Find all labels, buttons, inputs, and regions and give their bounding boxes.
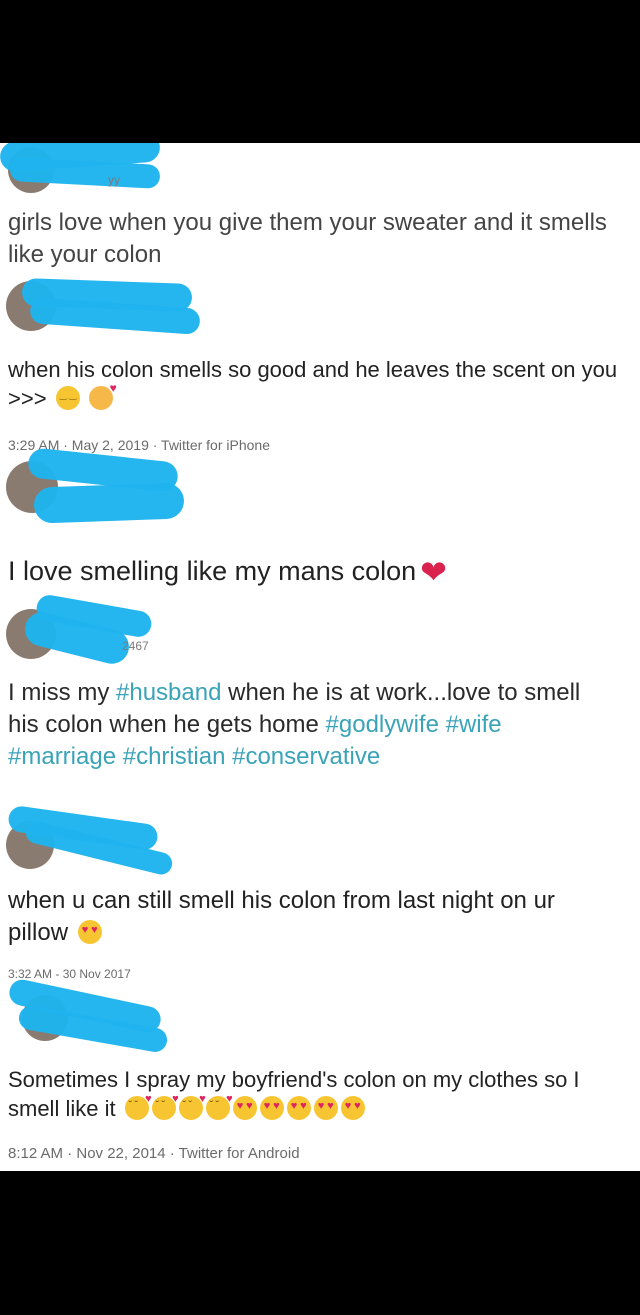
- handle-fragment: 2467: [122, 639, 149, 653]
- heart-eyes-icon: [232, 1096, 257, 1121]
- tweet-text: when u can still smell his colon from la…: [8, 885, 608, 948]
- tweet-card-4: 2467 I miss my #husband when he is at wo…: [0, 593, 640, 809]
- tweet-text-body: I love smelling like my mans colon: [8, 556, 417, 586]
- tweet-card-2: when his colon smells so good and he lea…: [0, 277, 640, 457]
- face-blowing-kiss-icon: [124, 1092, 152, 1121]
- hashtag-link[interactable]: #wife: [446, 711, 502, 738]
- tweet-text: Sometimes I spray my boyfriend's colon o…: [8, 1065, 628, 1123]
- face-blowing-kiss-icon: [178, 1092, 206, 1121]
- tweet-text: I love smelling like my mans colon ❤: [8, 551, 623, 593]
- tweet-card-5: when u can still smell his colon from la…: [0, 804, 640, 985]
- face-blowing-kiss-icon: [205, 1092, 233, 1121]
- sparkling-heart-icon: ❤: [420, 554, 447, 590]
- hashtag-link[interactable]: #conservative: [232, 743, 380, 770]
- tweet-card-3: I love smelling like my mans colon ❤: [0, 447, 640, 595]
- heart-eyes-icon: [286, 1096, 311, 1121]
- tweet-text-body: I miss my: [8, 679, 116, 706]
- relieved-face-icon: [55, 386, 80, 411]
- hashtag-link[interactable]: #christian: [123, 743, 226, 770]
- tweet-text: when his colon smells so good and he lea…: [8, 355, 623, 413]
- heart-eyes-icon: [259, 1096, 284, 1121]
- tweet-timestamp[interactable]: 3:32 AM - 30 Nov 2017: [8, 967, 131, 981]
- screenshot-collage: yy girls love when you give them your sw…: [0, 143, 640, 1171]
- redaction-scribble: [33, 482, 185, 524]
- tweet-card-6: Sometimes I spray my boyfriend's colon o…: [0, 977, 640, 1171]
- heart-eyes-icon: [313, 1096, 338, 1121]
- tweet-timestamp[interactable]: 8:12 AM · Nov 22, 2014 · Twitter for And…: [8, 1145, 300, 1162]
- hashtag-link[interactable]: #marriage: [8, 743, 116, 770]
- face-blowing-kiss-icon: [151, 1092, 179, 1121]
- tweet-text: girls love when you give them your sweat…: [8, 209, 607, 268]
- smiling-face-with-hearts-icon: [88, 381, 117, 411]
- hashtag-link[interactable]: #godlywife: [326, 711, 439, 738]
- hashtag-link[interactable]: #husband: [116, 679, 221, 706]
- tweet-card-1: yy girls love when you give them your sw…: [0, 143, 640, 283]
- tweet-text: I miss my #husband when he is at work...…: [8, 677, 608, 773]
- handle-fragment: yy: [108, 173, 120, 187]
- heart-eyes-icon: [340, 1096, 365, 1121]
- heart-eyes-icon: [77, 919, 102, 944]
